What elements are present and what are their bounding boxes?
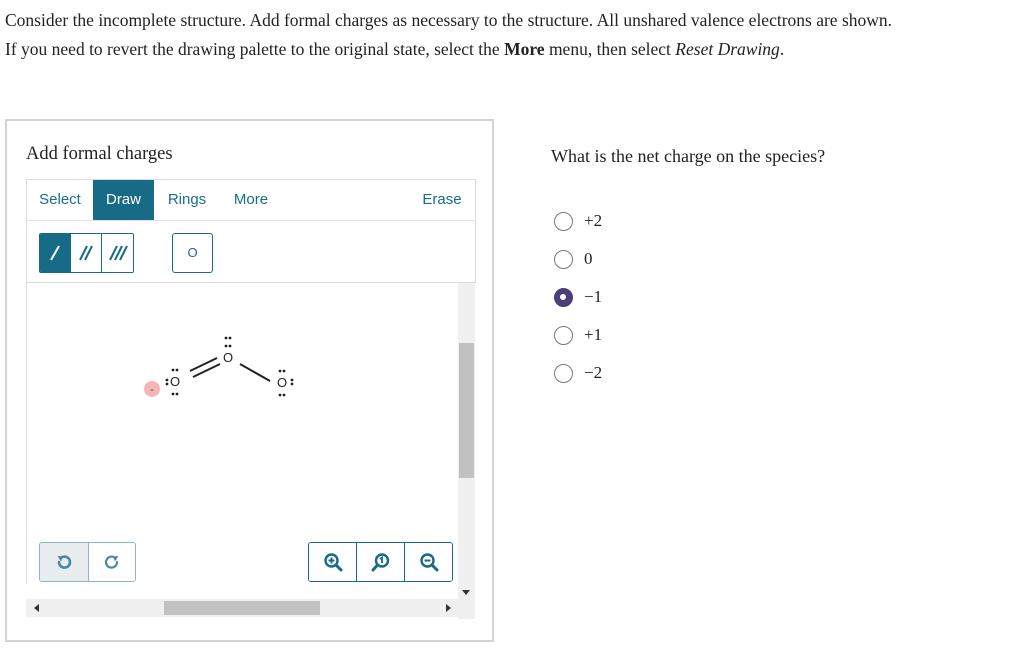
radio-button[interactable] <box>554 325 573 345</box>
answer-option-label: +1 <box>584 325 603 344</box>
single-bond-button[interactable] <box>40 234 71 272</box>
answer-option-minus-2[interactable]: −2 <box>554 361 602 385</box>
radio-button[interactable] <box>554 211 573 231</box>
oxygen-atom-button[interactable]: O <box>172 233 213 273</box>
triple-bond-icon <box>108 245 128 261</box>
answer-option-label: +2 <box>584 211 603 230</box>
instruction-more-emphasis: More <box>504 39 545 59</box>
answer-option-label: −2 <box>584 363 603 382</box>
toolbar: Select Draw Rings More Erase O <box>26 179 476 283</box>
undo-icon <box>57 555 72 569</box>
tab-more[interactable]: More <box>224 180 278 220</box>
tab-select[interactable]: Select <box>27 180 93 220</box>
instruction-text: . <box>779 39 785 59</box>
tab-rings[interactable]: Rings <box>158 180 216 220</box>
single-bond-icon <box>50 245 60 261</box>
undo-button[interactable] <box>40 543 88 581</box>
answer-option-plus-1[interactable]: +1 <box>554 323 602 347</box>
oxygen-atom-center: O <box>223 336 233 365</box>
instruction-line-1: Consider the incomplete structure. Add f… <box>5 10 893 30</box>
undo-redo-group <box>39 542 136 582</box>
redo-icon <box>104 555 119 569</box>
zoom-reset-icon <box>371 553 389 572</box>
double-bond-icon <box>79 245 93 261</box>
drawing-tool: Add formal charges Select Draw Rings Mor… <box>5 119 494 642</box>
vertical-scrollbar[interactable] <box>458 283 475 619</box>
scroll-down-arrow-icon[interactable] <box>462 590 470 595</box>
oxygen-atom-left: O <box>165 368 180 396</box>
answer-option-label: −1 <box>584 287 603 306</box>
vertical-scroll-thumb[interactable] <box>459 343 474 478</box>
radio-button-selected[interactable] <box>554 287 573 307</box>
svg-text:-: - <box>150 382 154 396</box>
answer-option-0[interactable]: 0 <box>554 247 593 271</box>
radio-button[interactable] <box>554 249 573 269</box>
zoom-out-button[interactable] <box>405 543 452 581</box>
scroll-left-arrow-icon[interactable] <box>34 604 39 612</box>
answer-option-minus-1[interactable]: −1 <box>554 285 602 309</box>
svg-text:O: O <box>223 350 233 365</box>
double-bond-button[interactable] <box>71 234 102 272</box>
answer-option-label: 0 <box>584 249 593 268</box>
tab-draw[interactable]: Draw <box>93 180 154 220</box>
answer-option-plus-2[interactable]: +2 <box>554 209 602 233</box>
instruction-text: If you need to revert the drawing palett… <box>5 39 505 59</box>
single-bond <box>239 363 271 382</box>
drawing-canvas[interactable]: - O O O <box>26 283 458 584</box>
instruction-reset-emphasis: Reset Drawing <box>675 39 780 59</box>
zoom-in-icon <box>323 553 342 572</box>
tool-title: Add formal charges <box>26 144 173 164</box>
zoom-in-button[interactable] <box>309 543 357 581</box>
tab-bar: Select Draw Rings More Erase <box>27 180 475 221</box>
svg-text:O: O <box>277 375 287 390</box>
molecule: - O O O <box>144 336 294 397</box>
radio-button[interactable] <box>554 363 573 383</box>
triple-bond-button[interactable] <box>102 234 133 272</box>
formal-charge-marker: - <box>144 381 160 397</box>
instruction-line-2: If you need to revert the drawing palett… <box>5 38 1020 60</box>
zoom-reset-button[interactable] <box>357 543 405 581</box>
erase-button[interactable]: Erase <box>412 180 472 220</box>
svg-text:O: O <box>170 374 180 389</box>
redo-button[interactable] <box>87 543 135 581</box>
horizontal-scroll-thumb[interactable] <box>164 601 320 615</box>
double-bond <box>189 357 221 378</box>
scroll-right-arrow-icon[interactable] <box>446 604 451 612</box>
horizontal-scrollbar[interactable] <box>26 599 458 617</box>
zoom-controls <box>308 542 453 582</box>
bond-selector <box>39 233 134 273</box>
question-text: What is the net charge on the species? <box>551 146 826 166</box>
instruction-text: menu, then select <box>544 39 676 59</box>
zoom-out-icon <box>419 553 438 572</box>
oxygen-atom-right: O <box>277 369 294 397</box>
